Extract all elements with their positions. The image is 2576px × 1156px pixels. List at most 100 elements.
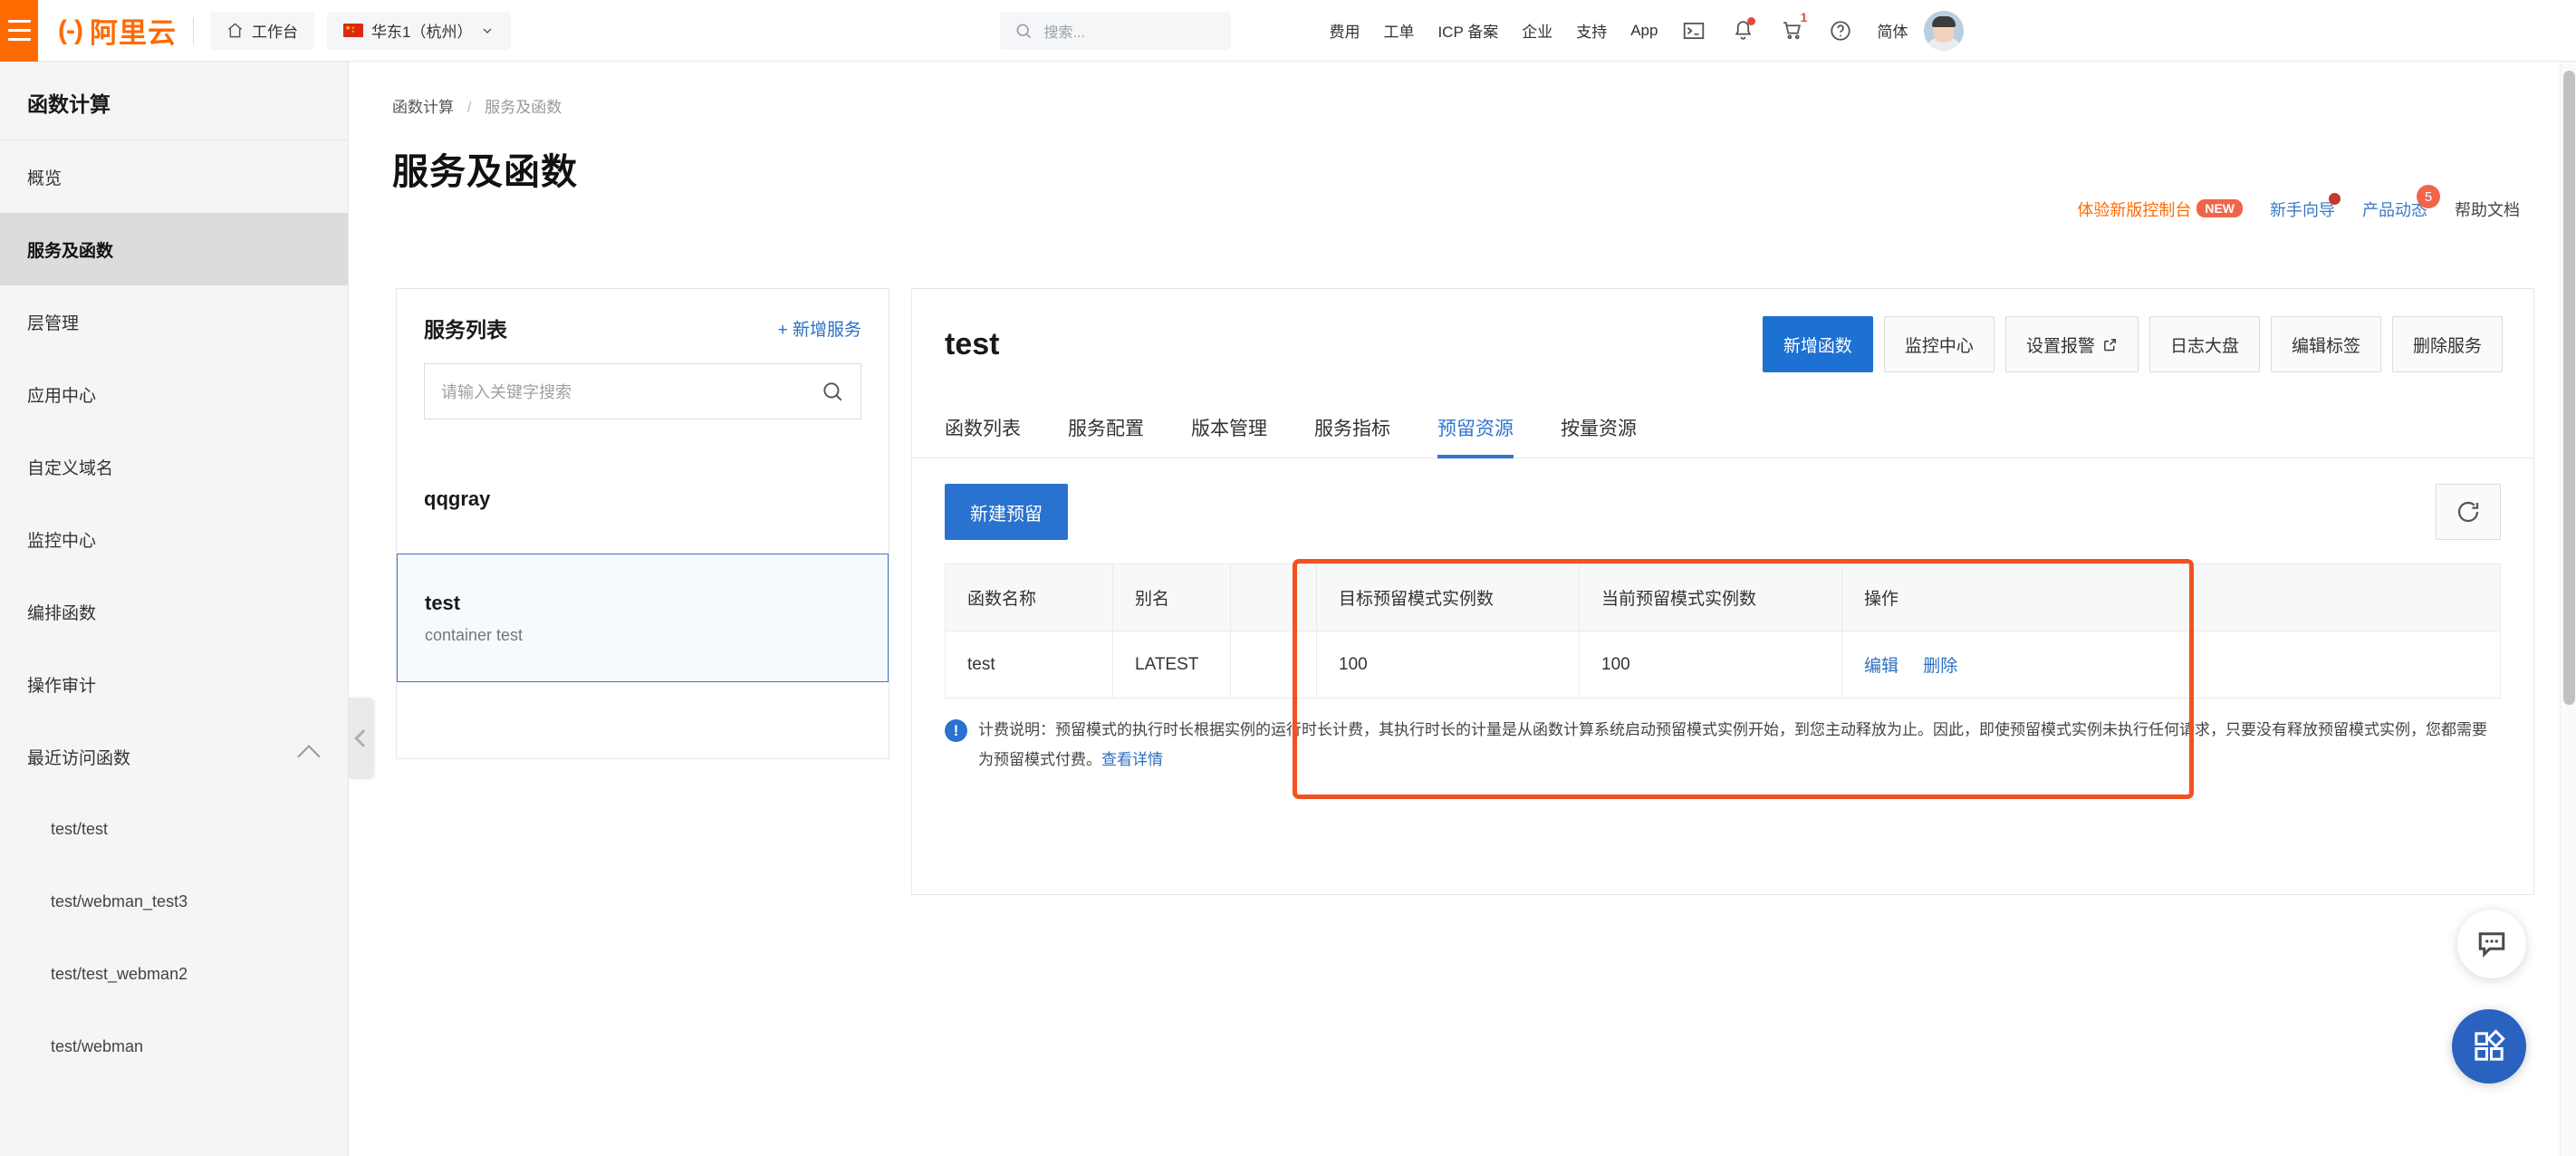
beginner-guide-link[interactable]: 新手向导 bbox=[2270, 193, 2341, 221]
create-reservation-button[interactable]: 新建预留 bbox=[945, 484, 1068, 540]
workbench-label: 工作台 bbox=[251, 24, 298, 41]
language-selector[interactable]: 简体 bbox=[1877, 19, 1908, 42]
help-circle-icon[interactable] bbox=[1828, 18, 1853, 43]
new-badge: NEW bbox=[2196, 199, 2243, 217]
search-icon bbox=[1016, 24, 1032, 38]
notification-bell-icon[interactable] bbox=[1730, 16, 1756, 43]
tab-label: 函数列表 bbox=[945, 419, 1021, 439]
log-dashboard-button[interactable]: 日志大盘 bbox=[2148, 316, 2260, 372]
edit-tags-button[interactable]: 编辑标签 bbox=[2270, 316, 2381, 372]
sidebar-item-application-center[interactable]: 应用中心 bbox=[0, 358, 348, 430]
sidebar-item-label: 服务及函数 bbox=[27, 241, 114, 261]
top-nav-support[interactable]: 支持 bbox=[1576, 19, 1607, 42]
breadcrumb: 函数计算 / 服务及函数 bbox=[350, 62, 2560, 117]
hamburger-icon[interactable] bbox=[0, 0, 38, 62]
top-nav: 费用 工单 ICP 备案 企业 支持 App 1 简体 bbox=[1329, 10, 1908, 43]
set-alarm-label: 设置报警 bbox=[2025, 336, 2095, 356]
sidebar-item-custom-domain[interactable]: 自定义域名 bbox=[0, 430, 348, 503]
edit-tags-label: 编辑标签 bbox=[2291, 336, 2360, 356]
set-alarm-button[interactable]: 设置报警 bbox=[2004, 316, 2139, 372]
global-search-placeholder: 搜索... bbox=[1043, 24, 1085, 41]
top-nav-fee[interactable]: 费用 bbox=[1329, 19, 1360, 42]
sidebar-subitem-test-webman-test3[interactable]: test/webman_test3 bbox=[0, 865, 348, 938]
sidebar-subitem-label: test/test_webman2 bbox=[51, 964, 188, 983]
refresh-button[interactable] bbox=[2436, 484, 2501, 540]
top-nav-ticket[interactable]: 工单 bbox=[1383, 19, 1414, 42]
billing-notice-text: 计费说明：预留模式的执行时长根据实例的运行时长计费，其执行时长的计量是从函数计算… bbox=[978, 721, 2487, 769]
tab-on-demand-resources[interactable]: 按量资源 bbox=[1561, 414, 1637, 458]
page-scrollbar-thumb[interactable] bbox=[2563, 71, 2575, 705]
cloud-shell-icon[interactable] bbox=[1681, 18, 1706, 43]
region-selector[interactable]: ★ ★ ★ 华东1（杭州） bbox=[326, 11, 512, 50]
reserved-toolbar: 新建预留 bbox=[912, 458, 2533, 540]
help-doc-link[interactable]: 帮助文档 bbox=[2455, 197, 2520, 221]
sidebar-item-layer-management[interactable]: 层管理 bbox=[0, 285, 348, 358]
alibaba-cloud-logo[interactable]: (-) 阿里云 bbox=[58, 10, 177, 51]
service-description: container test bbox=[425, 625, 524, 644]
table-body: test LATEST 100 100 编辑 删除 bbox=[945, 631, 2501, 698]
tab-version-management[interactable]: 版本管理 bbox=[1191, 414, 1267, 458]
detail-tabs: 函数列表 服务配置 版本管理 服务指标 预留资源 按量资源 bbox=[912, 390, 2533, 458]
tab-reserved-resources[interactable]: 预留资源 bbox=[1437, 414, 1514, 458]
sidebar-item-monitor-center[interactable]: 监控中心 bbox=[0, 503, 348, 575]
logo-mark-icon: (-) bbox=[58, 14, 83, 45]
beginner-guide-label: 新手向导 bbox=[2270, 201, 2335, 219]
shopping-cart-icon[interactable]: 1 bbox=[1779, 10, 1807, 43]
add-service-button[interactable]: + 新增服务 bbox=[778, 316, 861, 341]
detail-action-buttons: 新增函数 监控中心 设置报警 日志大盘 编辑标签 删除服务 bbox=[1762, 316, 2503, 372]
warning-icon: ! bbox=[945, 719, 967, 742]
breadcrumb-root[interactable]: 函数计算 bbox=[392, 99, 454, 116]
product-news-link[interactable]: 产品动态 5 bbox=[2362, 185, 2440, 221]
sidebar-item-overview[interactable]: 概览 bbox=[0, 140, 348, 213]
logo-divider bbox=[192, 16, 194, 44]
breadcrumb-current: 服务及函数 bbox=[485, 99, 562, 116]
sidebar-item-services-functions[interactable]: 服务及函数 bbox=[0, 213, 348, 285]
column-header-current-instances: 当前预留模式实例数 bbox=[1579, 564, 1842, 631]
china-flag-icon: ★ ★ ★ bbox=[342, 24, 363, 37]
column-header-spacer bbox=[1230, 564, 1317, 631]
delete-row-link[interactable]: 删除 bbox=[1923, 657, 1957, 676]
cell-operations: 编辑 删除 bbox=[1841, 631, 2501, 698]
billing-notice: ! 计费说明：预留模式的执行时长根据实例的运行时长计费，其执行时长的计量是从函数… bbox=[912, 698, 2533, 775]
service-list-item-test[interactable]: test container test bbox=[397, 554, 889, 682]
cell-target-instances: 100 bbox=[1316, 631, 1580, 698]
chevron-down-icon bbox=[483, 28, 492, 34]
tab-service-metrics[interactable]: 服务指标 bbox=[1314, 414, 1390, 458]
edit-row-link[interactable]: 编辑 bbox=[1864, 657, 1898, 676]
monitor-center-label: 监控中心 bbox=[1904, 336, 1974, 356]
tab-service-config[interactable]: 服务配置 bbox=[1068, 414, 1144, 458]
page-scrollbar-track[interactable] bbox=[2560, 62, 2576, 1156]
tab-function-list[interactable]: 函数列表 bbox=[945, 414, 1021, 458]
sidebar-item-label: 编排函数 bbox=[27, 603, 97, 623]
global-search-input[interactable]: 搜索... bbox=[1000, 11, 1232, 50]
service-list-item-qqgray[interactable]: qqgray bbox=[397, 445, 889, 554]
delete-service-label: 删除服务 bbox=[2412, 336, 2482, 356]
top-nav-enterprise[interactable]: 企业 bbox=[1522, 19, 1552, 42]
sidebar-subitem-label: test/webman bbox=[51, 1036, 144, 1055]
sidebar-subitem-test-test[interactable]: test/test bbox=[0, 793, 348, 865]
monitor-center-button[interactable]: 监控中心 bbox=[1883, 316, 1994, 372]
detail-title: test bbox=[945, 326, 1000, 361]
create-function-button[interactable]: 新增函数 bbox=[1762, 316, 1873, 372]
home-icon bbox=[227, 23, 243, 38]
delete-service-button[interactable]: 删除服务 bbox=[2391, 316, 2503, 372]
user-avatar[interactable] bbox=[1924, 10, 1965, 51]
region-label: 华东1（杭州） bbox=[370, 24, 473, 41]
new-console-link[interactable]: 体验新版控制台 NEW bbox=[2077, 197, 2243, 221]
sidebar-group-recent-functions[interactable]: 最近访问函数 bbox=[0, 720, 348, 793]
top-nav-app[interactable]: App bbox=[1630, 22, 1658, 40]
top-nav-icp[interactable]: ICP 备案 bbox=[1437, 19, 1498, 42]
create-reservation-label: 新建预留 bbox=[970, 504, 1043, 525]
sidebar-subitem-test-webman[interactable]: test/webman bbox=[0, 1010, 348, 1083]
sidebar-item-orchestration-functions[interactable]: 编排函数 bbox=[0, 575, 348, 648]
sidebar-item-operation-audit[interactable]: 操作审计 bbox=[0, 648, 348, 720]
workbench-button[interactable]: 工作台 bbox=[209, 11, 314, 50]
apps-launcher-button[interactable] bbox=[2452, 1009, 2526, 1084]
chat-support-button[interactable] bbox=[2457, 910, 2526, 978]
service-search-input[interactable]: 请输入关键字搜索 bbox=[424, 363, 861, 419]
view-details-link[interactable]: 查看详情 bbox=[1101, 751, 1163, 768]
sidebar-collapse-handle[interactable] bbox=[349, 698, 374, 779]
sidebar-subitem-test-test-webman2[interactable]: test/test_webman2 bbox=[0, 938, 348, 1010]
column-header-operations: 操作 bbox=[1841, 564, 2501, 631]
tab-label: 服务配置 bbox=[1068, 419, 1144, 439]
